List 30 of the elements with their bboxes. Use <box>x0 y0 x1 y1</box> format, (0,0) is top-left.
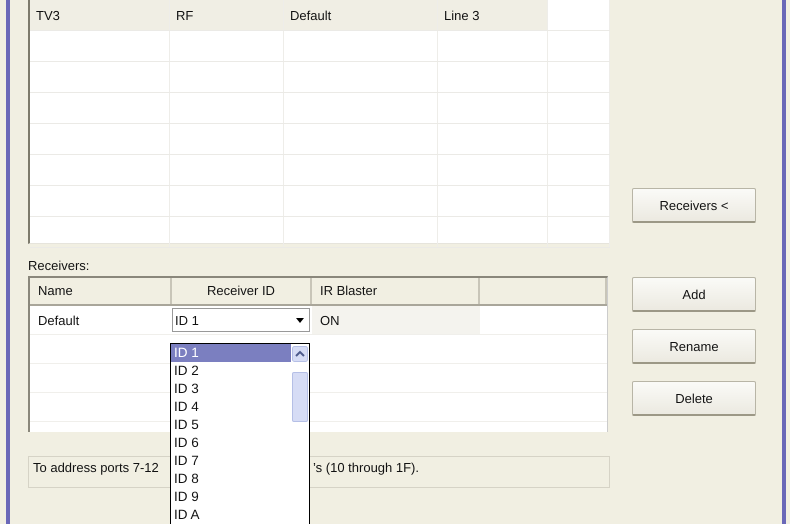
column-header[interactable]: Name <box>30 278 172 304</box>
table-cell: RF <box>170 0 284 30</box>
receivers-toggle-button[interactable]: Receivers < <box>632 188 756 223</box>
table-cell: Default <box>284 0 438 30</box>
dropdown-item[interactable]: ID 7 <box>171 452 291 470</box>
dropdown-item[interactable]: ID 1 <box>171 344 291 362</box>
dropdown-item[interactable]: ID 8 <box>171 470 291 488</box>
action-button[interactable]: Rename <box>632 329 756 364</box>
action-button[interactable]: Delete <box>632 381 756 416</box>
message-text: ’s (10 through 1F). <box>313 460 419 475</box>
table-cell-text: Default <box>37 312 80 330</box>
dropdown-item[interactable]: ID 6 <box>171 434 291 452</box>
column-header[interactable]: Receiver ID <box>172 278 312 304</box>
table-cell: ON <box>312 306 480 334</box>
table-row[interactable]: TV3 RF Default Line 3 <box>30 0 610 31</box>
column-header[interactable]: IR Blaster <box>312 278 480 304</box>
dropdown-item[interactable]: ID 5 <box>171 416 291 434</box>
scroll-thumb[interactable] <box>292 372 308 422</box>
dropdown-item[interactable]: ID 2 <box>171 362 291 380</box>
action-button[interactable]: Add <box>632 277 756 312</box>
table-cell: Line 3 <box>438 0 548 30</box>
dropdown-item[interactable]: ID A <box>171 506 291 524</box>
receiver-id-dropdown[interactable]: ID 1 <box>172 308 310 332</box>
message-text: To address ports 7-12 <box>33 460 159 475</box>
table-cell: TV3 <box>30 0 170 30</box>
scroll-up-icon[interactable] <box>292 346 308 362</box>
dropdown-item[interactable]: ID 9 <box>171 488 291 506</box>
receivers-label: Receivers: <box>28 258 90 275</box>
dropdown-item[interactable]: ID 4 <box>171 398 291 416</box>
dropdown-item[interactable]: ID 3 <box>171 380 291 398</box>
